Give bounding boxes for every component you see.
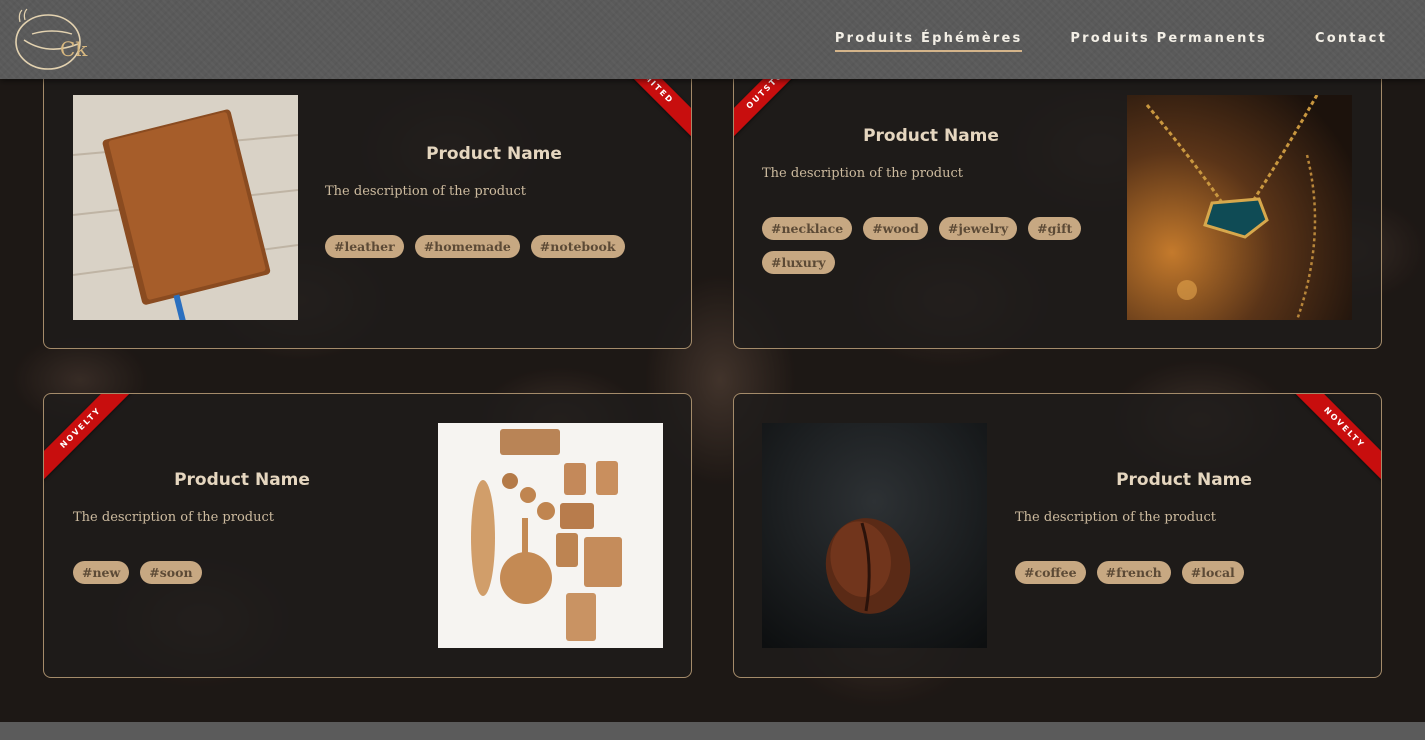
product-description: The description of the product [325, 184, 526, 199]
tag[interactable]: #new [73, 561, 130, 584]
tag-list: #coffee #french #local [1015, 561, 1353, 584]
nav-produits-ephemeres[interactable]: Produits Éphémères [834, 31, 1023, 52]
tag[interactable]: #soon [140, 561, 202, 584]
tag[interactable]: #french [1096, 561, 1171, 584]
product-info: Product Name The description of the prod… [73, 470, 411, 584]
emerald-necklace-image [1127, 95, 1352, 320]
product-card[interactable]: Product Name The description of the prod… [43, 393, 692, 678]
product-info: Product Name The description of the prod… [325, 144, 663, 258]
tag[interactable]: #leather [325, 235, 404, 258]
tag[interactable]: #coffee [1015, 561, 1086, 584]
main-nav: Produits Éphémères Produits Permanents C… [834, 31, 1387, 52]
tag-list: #new #soon [73, 561, 411, 584]
product-name: Product Name [174, 470, 310, 490]
tag[interactable]: #local [1181, 561, 1244, 584]
product-info: Product Name The description of the prod… [762, 126, 1100, 274]
product-description: The description of the product [73, 510, 274, 525]
tag[interactable]: #homemade [414, 235, 520, 258]
leather-notebook-image [73, 95, 298, 320]
product-description: The description of the product [1015, 510, 1216, 525]
tag-list: #necklace #wood #jewelry #gift #luxury [762, 217, 1100, 274]
svg-text:Ck: Ck [60, 37, 88, 61]
footer-strip [0, 722, 1425, 740]
nav-produits-permanents[interactable]: Produits Permanents [1070, 31, 1267, 52]
product-name: Product Name [426, 144, 562, 164]
product-info: Product Name The description of the prod… [1015, 470, 1353, 584]
product-card[interactable]: Product Name The description of the prod… [733, 50, 1382, 349]
product-description: The description of the product [762, 166, 963, 181]
logo-icon[interactable]: Ck [12, 6, 94, 72]
wooden-kitchenware-image [438, 423, 663, 648]
product-name: Product Name [863, 126, 999, 146]
product-name: Product Name [1116, 470, 1252, 490]
tag[interactable]: #necklace [762, 217, 853, 240]
coffee-bean-image [762, 423, 987, 648]
tag[interactable]: #gift [1028, 217, 1082, 240]
tag[interactable]: #wood [863, 217, 928, 240]
tag[interactable]: #luxury [762, 251, 835, 274]
site-header: Ck Produits Éphémères Produits Permanent… [0, 0, 1425, 79]
tag-list: #leather #homemade #notebook [325, 235, 663, 258]
product-card[interactable]: Product Name The description of the prod… [43, 50, 692, 349]
product-card[interactable]: Product Name The description of the prod… [733, 393, 1382, 678]
tag[interactable]: #notebook [530, 235, 625, 258]
tag[interactable]: #jewelry [938, 217, 1018, 240]
nav-contact[interactable]: Contact [1315, 31, 1387, 52]
